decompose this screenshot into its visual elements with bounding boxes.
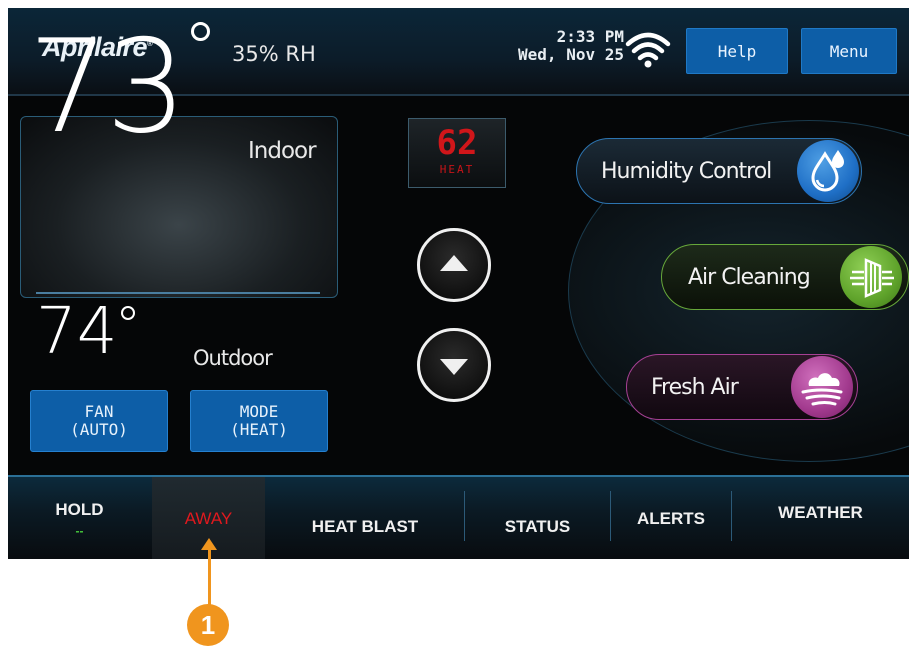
setpoint-display: 62 HEAT	[408, 118, 506, 188]
temperature-down-button[interactable]	[417, 328, 491, 402]
humidity-control-label: Humidity Control	[601, 158, 772, 184]
hold-button[interactable]: HOLD --	[8, 477, 151, 559]
alerts-button[interactable]: ALERTS	[611, 477, 731, 559]
hold-label: HOLD	[55, 500, 104, 519]
mode-button[interactable]: MODE (HEAT)	[190, 390, 328, 452]
outdoor-temperature: 74	[36, 295, 118, 369]
callout-badge: 1	[187, 604, 229, 646]
clock-time: 2:33 PM	[556, 27, 624, 46]
weather-label: WEATHER	[778, 503, 863, 522]
air-filter-icon	[840, 246, 902, 308]
divider	[36, 292, 320, 294]
mode-label: MODE	[239, 402, 279, 421]
hold-status: --	[75, 524, 84, 538]
arrow-down-icon	[440, 359, 468, 375]
arrow-up-icon	[440, 255, 468, 271]
water-drops-icon	[797, 140, 859, 202]
temperature-up-button[interactable]	[417, 228, 491, 302]
setpoint-mode: HEAT	[439, 163, 475, 176]
weather-button[interactable]: WEATHER	[732, 471, 909, 555]
help-button[interactable]: Help	[686, 28, 788, 74]
outdoor-label: Outdoor	[193, 346, 273, 370]
status-label: STATUS	[504, 517, 571, 536]
fan-button[interactable]: FAN (AUTO)	[30, 390, 168, 452]
fan-label: FAN	[84, 402, 114, 421]
menu-button[interactable]: Menu	[801, 28, 897, 74]
indoor-temperature: 73	[28, 13, 187, 162]
away-label: AWAY	[184, 509, 233, 528]
bottom-navigation: HOLD -- AWAY HEAT BLAST STATUS ALERTS WE…	[8, 475, 909, 559]
clock: 2:33 PM Wed, Nov 25	[494, 28, 624, 64]
callout-line	[208, 544, 211, 608]
setpoint-value: 62	[436, 123, 478, 163]
heat-blast-label: HEAT BLAST	[311, 517, 419, 536]
air-cleaning-button[interactable]: Air Cleaning	[661, 244, 909, 310]
fresh-air-button[interactable]: Fresh Air	[626, 354, 858, 420]
clock-date: Wed, Nov 25	[518, 45, 624, 64]
alerts-label: ALERTS	[637, 509, 705, 528]
indoor-label: Indoor	[248, 138, 317, 164]
air-cleaning-label: Air Cleaning	[688, 264, 811, 290]
heat-blast-button[interactable]: HEAT BLAST	[266, 485, 464, 559]
degree-symbol-icon	[191, 22, 210, 41]
fan-value: (AUTO)	[70, 420, 128, 439]
indoor-humidity: 35% RH	[232, 42, 316, 66]
degree-symbol-icon	[121, 306, 135, 320]
humidity-control-button[interactable]: Humidity Control	[576, 138, 862, 204]
status-button[interactable]: STATUS	[465, 485, 610, 559]
thermostat-screen: Aprilaire® 2:33 PM Wed, Nov 25 Help Menu…	[8, 8, 909, 559]
fresh-air-label: Fresh Air	[651, 374, 739, 400]
wifi-icon	[625, 32, 671, 68]
cloud-wind-icon	[791, 356, 853, 418]
mode-value: (HEAT)	[230, 420, 288, 439]
